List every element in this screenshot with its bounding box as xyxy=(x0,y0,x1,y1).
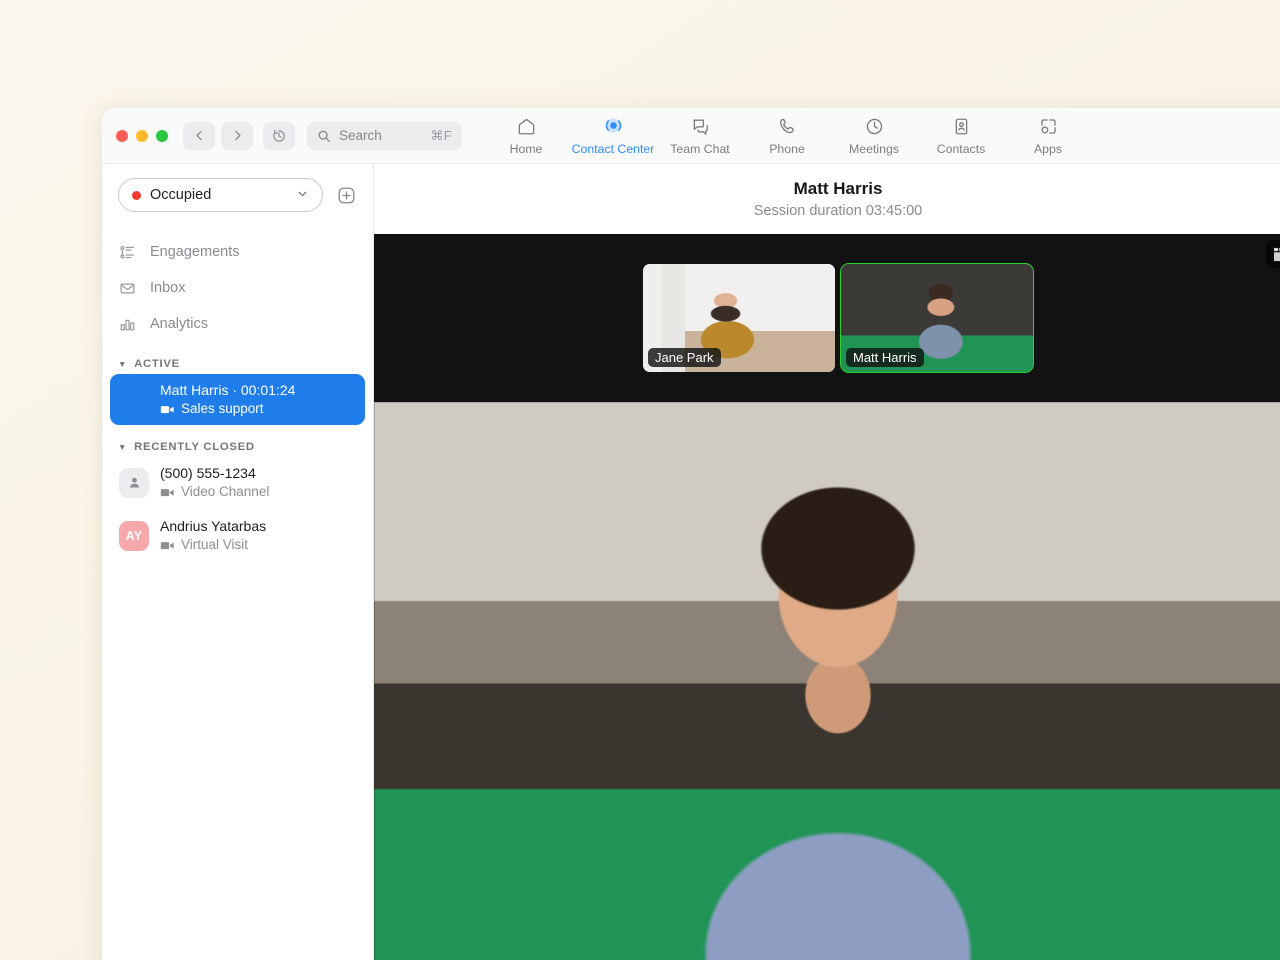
section-header-recently-closed[interactable]: ▼ RECENTLY CLOSED xyxy=(102,441,373,453)
participant-name: Jane Park xyxy=(648,348,721,367)
session-header: Matt Harris Session duration 03:45:00 xyxy=(374,164,1280,234)
video-stage: Jane Park Matt Harris xyxy=(374,234,1280,960)
apps-icon xyxy=(1038,115,1059,138)
nav-item-contacts[interactable]: Contacts xyxy=(918,115,1005,156)
back-button[interactable] xyxy=(183,122,215,150)
status-row: Occupied xyxy=(102,178,373,212)
avatar: AY xyxy=(119,521,149,551)
history-navigation xyxy=(183,122,253,150)
nav-item-phone[interactable]: Phone xyxy=(744,115,831,156)
maximize-window-button[interactable] xyxy=(156,130,168,142)
section-header-active[interactable]: ▼ ACTIVE xyxy=(102,358,373,370)
conversation-title: Matt Harris · 00:01:24 xyxy=(160,381,295,400)
nav-label-contacts: Contacts xyxy=(937,142,986,156)
video-feed xyxy=(374,402,1280,960)
status-label: Occupied xyxy=(150,187,287,203)
thumbnail-strip: Jane Park Matt Harris xyxy=(374,234,1280,402)
conversation-subtitle: Virtual Visit xyxy=(181,536,248,554)
conversation-item-andrius-yatarbas[interactable]: AY Andrius Yatarbas Virtual Visit xyxy=(110,510,365,561)
active-conversation-list: Matt Harris · 00:01:24 Sales support xyxy=(102,374,373,425)
video-camera-icon xyxy=(160,485,175,500)
app-window: Search ⌘F Home Contact Center xyxy=(102,108,1280,960)
nav-item-contact-center[interactable]: Contact Center xyxy=(570,115,657,156)
sidebar-label-engagements: Engagements xyxy=(150,244,239,260)
video-camera-icon xyxy=(160,538,175,553)
add-engagement-button[interactable] xyxy=(335,184,357,206)
chevron-left-icon xyxy=(193,129,206,142)
window-controls xyxy=(116,130,168,142)
conversation-subtitle: Video Channel xyxy=(181,483,269,501)
history-button[interactable] xyxy=(263,122,295,150)
nav-item-team-chat[interactable]: Team Chat xyxy=(657,115,744,156)
avatar-initials: AY xyxy=(119,521,149,551)
nav-item-meetings[interactable]: Meetings xyxy=(831,115,918,156)
chevron-down-icon xyxy=(296,187,309,204)
triangle-down-icon: ▼ xyxy=(118,360,127,369)
page-title: Matt Harris xyxy=(794,179,883,199)
layout-toggle-button[interactable] xyxy=(1266,240,1280,268)
layout-grid-icon xyxy=(1273,247,1280,262)
title-bar: Search ⌘F Home Contact Center xyxy=(102,108,1280,164)
section-title-recently-closed: RECENTLY CLOSED xyxy=(134,441,255,453)
sidebar-item-engagements[interactable]: Engagements xyxy=(110,234,365,270)
nav-label-phone: Phone xyxy=(769,142,805,156)
search-icon xyxy=(317,129,331,143)
contact-card-icon xyxy=(951,115,972,138)
status-select[interactable]: Occupied xyxy=(118,178,323,212)
main-content: Matt Harris Session duration 03:45:00 Ja… xyxy=(374,164,1280,960)
sidebar-label-analytics: Analytics xyxy=(150,316,208,332)
nav-label-contact-center: Contact Center xyxy=(572,142,655,156)
person-icon xyxy=(119,468,149,498)
video-thumbnail-jane-park[interactable]: Jane Park xyxy=(643,264,835,372)
chevron-right-icon xyxy=(231,129,244,142)
clock-icon xyxy=(864,115,885,138)
mail-icon xyxy=(119,280,136,297)
bar-chart-icon xyxy=(119,316,136,333)
video-camera-icon xyxy=(160,402,175,417)
session-duration: Session duration 03:45:00 xyxy=(754,203,923,219)
nav-label-meetings: Meetings xyxy=(849,142,899,156)
search-shortcut: ⌘F xyxy=(430,128,452,144)
video-thumbnail-matt-harris[interactable]: Matt Harris xyxy=(841,264,1033,372)
nav-label-home: Home xyxy=(510,142,543,156)
minimize-window-button[interactable] xyxy=(136,130,148,142)
app-body: Occupied Engagements xyxy=(102,164,1280,960)
participant-name: Matt Harris xyxy=(846,348,924,367)
conversation-subtitle: Sales support xyxy=(181,400,264,418)
close-window-button[interactable] xyxy=(116,130,128,142)
conversation-title: (500) 555-1234 xyxy=(160,464,269,483)
sidebar-item-analytics[interactable]: Analytics xyxy=(110,306,365,342)
engagements-icon xyxy=(119,244,136,261)
sidebar-nav-list: Engagements Inbox Analytics xyxy=(102,234,373,342)
status-dot-icon xyxy=(132,191,141,200)
sidebar: Occupied Engagements xyxy=(102,164,374,960)
nav-label-team-chat: Team Chat xyxy=(670,142,729,156)
sidebar-item-inbox[interactable]: Inbox xyxy=(110,270,365,306)
search-placeholder: Search xyxy=(339,128,422,143)
sidebar-label-inbox: Inbox xyxy=(150,280,185,296)
contact-center-icon xyxy=(603,115,624,138)
triangle-down-icon: ▼ xyxy=(118,443,127,452)
conversation-item-matt-harris[interactable]: Matt Harris · 00:01:24 Sales support xyxy=(110,374,365,425)
avatar xyxy=(119,385,149,415)
nav-item-home[interactable]: Home xyxy=(483,115,570,156)
nav-label-apps: Apps xyxy=(1034,142,1062,156)
chat-bubbles-icon xyxy=(690,115,711,138)
phone-icon xyxy=(777,115,798,138)
section-title-active: ACTIVE xyxy=(134,358,180,370)
home-icon xyxy=(516,115,537,138)
nav-item-apps[interactable]: Apps xyxy=(1005,115,1092,156)
main-video-feed[interactable]: Sophia Mosley xyxy=(374,402,1280,960)
conversation-title: Andrius Yatarbas xyxy=(160,517,266,536)
recently-closed-list: (500) 555-1234 Video Channel AY xyxy=(102,457,373,561)
history-clock-icon xyxy=(271,128,287,144)
avatar xyxy=(119,468,149,498)
forward-button[interactable] xyxy=(221,122,253,150)
search-input[interactable]: Search ⌘F xyxy=(307,122,462,150)
plus-square-icon xyxy=(336,185,357,206)
conversation-item-phone-number[interactable]: (500) 555-1234 Video Channel xyxy=(110,457,365,508)
